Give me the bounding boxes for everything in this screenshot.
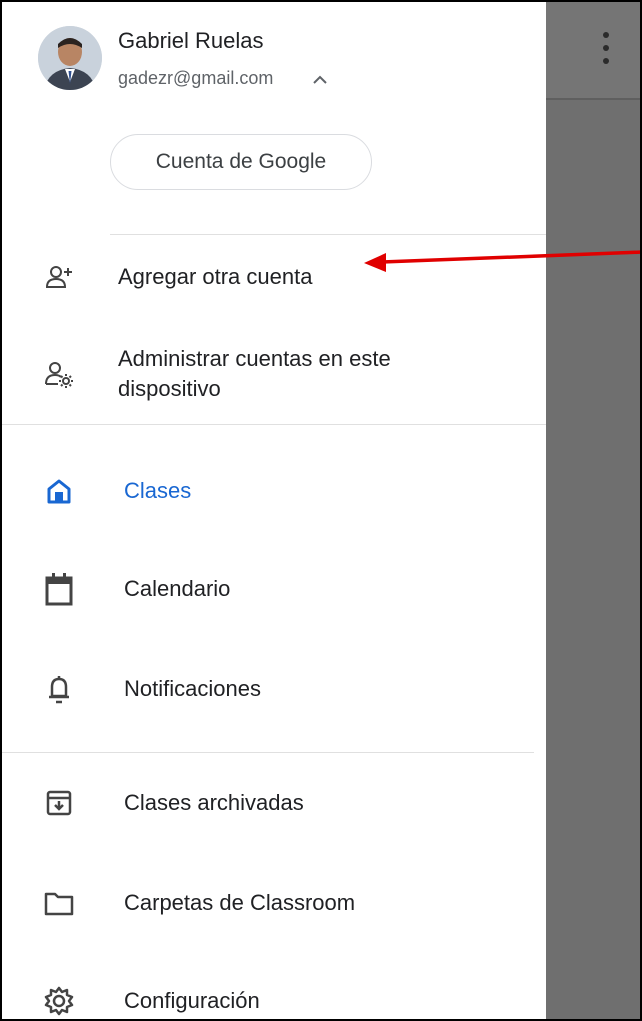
nav-label-notificaciones: Notificaciones <box>124 676 261 701</box>
nav-label-carpetas: Carpetas de Classroom <box>124 890 356 915</box>
nav-label-clases: Clases <box>124 478 192 503</box>
archive-icon <box>42 786 76 820</box>
screen: Gabriel Ruelas gadezr@gmail.com Cuenta d… <box>0 0 642 1021</box>
drawer-scrim[interactable] <box>546 2 640 1019</box>
account-email: gadezr@gmail.com <box>118 68 274 88</box>
chevron-up-icon[interactable] <box>310 70 330 90</box>
nav-label-clases-archivadas: Clases archivadas <box>124 790 304 815</box>
divider <box>110 234 546 235</box>
nav-label-configuracion: Configuración <box>124 988 260 1013</box>
more-options-icon[interactable] <box>600 30 612 66</box>
nav-label-calendario: Calendario <box>124 576 231 601</box>
gear-icon <box>42 984 76 1018</box>
app-bar <box>546 2 640 100</box>
manage-accounts-icon <box>42 358 76 392</box>
divider <box>2 424 546 425</box>
home-icon <box>42 474 76 508</box>
google-account-button[interactable]: Cuenta de Google <box>110 134 372 190</box>
bell-icon <box>42 672 76 706</box>
avatar-photo <box>38 26 102 90</box>
navigation-drawer: Gabriel Ruelas gadezr@gmail.com Cuenta d… <box>2 2 546 1019</box>
avatar[interactable] <box>38 26 102 90</box>
divider <box>2 752 534 753</box>
manage-accounts-label: Administrar cuentas en este dispositivo <box>118 346 391 401</box>
add-account-label: Agregar otra cuenta <box>118 264 313 289</box>
folder-icon <box>42 886 76 920</box>
add-person-icon <box>42 261 76 295</box>
calendar-icon <box>42 572 76 606</box>
account-name: Gabriel Ruelas <box>118 28 264 53</box>
